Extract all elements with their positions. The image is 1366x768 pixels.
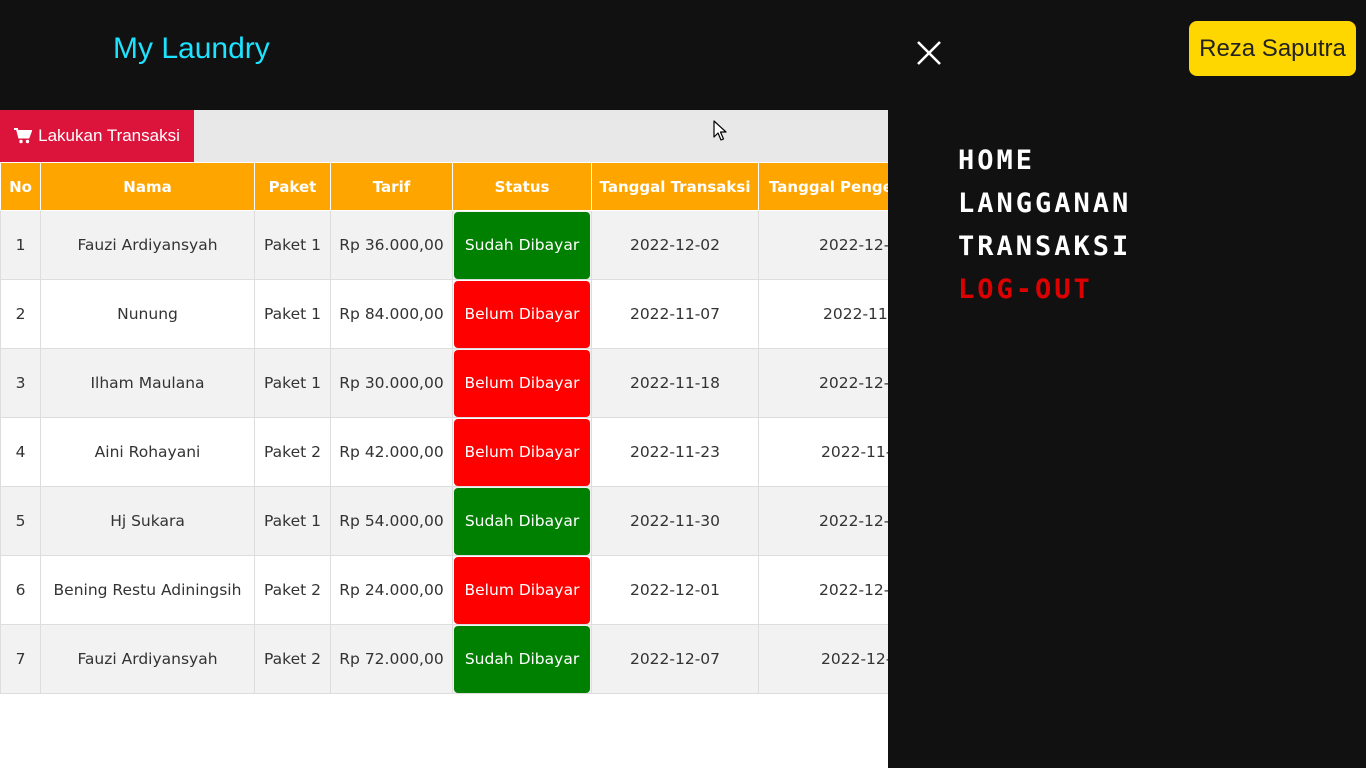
cell-tanggal-transaksi: 2022-11-23 [591, 417, 759, 487]
cell-nama: Hj Sukara [40, 486, 255, 556]
status-badge[interactable]: Belum Dibayar [454, 556, 590, 624]
lakukan-transaksi-button[interactable]: Lakukan Transaksi [0, 110, 194, 162]
cell-tanggal-pengembalian: 2022-12- [758, 486, 888, 556]
status-badge[interactable]: Sudah Dibayar [454, 625, 590, 693]
cell-no: 1 [0, 210, 41, 280]
cell-tanggal-transaksi: 2022-12-07 [591, 624, 759, 694]
user-account-button[interactable]: Reza Saputra [1189, 21, 1356, 76]
brand-title[interactable]: My Laundry [113, 32, 270, 66]
cart-icon [14, 128, 33, 144]
transaction-table: No Nama Paket Tarif Status Tanggal Trans… [0, 162, 888, 694]
cell-nama: Ilham Maulana [40, 348, 255, 418]
cell-no: 2 [0, 279, 41, 349]
cell-status: Belum Dibayar [452, 348, 592, 418]
header-status: Status [452, 162, 592, 211]
cell-tarif: Rp 42.000,00 [330, 417, 453, 487]
cell-paket: Paket 1 [254, 210, 331, 280]
cell-tanggal-pengembalian: 2022-11- [758, 279, 888, 349]
cell-tanggal-pengembalian: 2022-12- [758, 210, 888, 280]
status-badge[interactable]: Sudah Dibayar [454, 487, 590, 555]
cell-paket: Paket 1 [254, 486, 331, 556]
header-tanggal-pengembalian: Tanggal Penge [758, 162, 888, 211]
cell-nama: Aini Rohayani [40, 417, 255, 487]
cell-tanggal-transaksi: 2022-11-30 [591, 486, 759, 556]
header-tanggal-transaksi: Tanggal Transaksi [591, 162, 759, 211]
status-badge[interactable]: Belum Dibayar [454, 418, 590, 486]
nav-item-transaksi[interactable]: TRANSAKSI [958, 232, 1131, 275]
cell-tanggal-pengembalian: 2022-12- [758, 348, 888, 418]
cell-paket: Paket 2 [254, 555, 331, 625]
cell-paket: Paket 2 [254, 624, 331, 694]
cell-tanggal-pengembalian: 2022-11-2 [758, 417, 888, 487]
nav-item-home[interactable]: HOME [958, 146, 1131, 189]
cell-no: 6 [0, 555, 41, 625]
transaction-table-container[interactable]: No Nama Paket Tarif Status Tanggal Trans… [0, 162, 888, 694]
cell-paket: Paket 1 [254, 348, 331, 418]
table-row: 4 Aini Rohayani Paket 2 Rp 42.000,00 Bel… [0, 417, 888, 487]
cell-tarif: Rp 54.000,00 [330, 486, 453, 556]
cell-status: Belum Dibayar [452, 279, 592, 349]
header-paket: Paket [254, 162, 331, 211]
cell-no: 4 [0, 417, 41, 487]
cell-tanggal-transaksi: 2022-12-02 [591, 210, 759, 280]
cell-no: 7 [0, 624, 41, 694]
cell-status: Sudah Dibayar [452, 486, 592, 556]
cell-tanggal-transaksi: 2022-11-07 [591, 279, 759, 349]
cell-no: 5 [0, 486, 41, 556]
close-icon [917, 41, 941, 65]
cell-paket: Paket 1 [254, 279, 331, 349]
cell-status: Sudah Dibayar [452, 624, 592, 694]
cell-tanggal-pengembalian: 2022-12- [758, 624, 888, 694]
cell-nama: Bening Restu Adiningsih [40, 555, 255, 625]
header-no: No [0, 162, 41, 211]
table-row: 3 Ilham Maulana Paket 1 Rp 30.000,00 Bel… [0, 348, 888, 418]
cell-tarif: Rp 72.000,00 [330, 624, 453, 694]
cell-status: Belum Dibayar [452, 555, 592, 625]
status-badge[interactable]: Sudah Dibayar [454, 211, 590, 279]
cell-tanggal-pengembalian: 2022-12- [758, 555, 888, 625]
nav-menu: HOME LANGGANAN TRANSAKSI LOG-OUT [958, 146, 1131, 318]
lakukan-transaksi-label: Lakukan Transaksi [38, 126, 180, 145]
table-row: 7 Fauzi Ardiyansyah Paket 2 Rp 72.000,00… [0, 624, 888, 694]
cell-nama: Nunung [40, 279, 255, 349]
cell-tarif: Rp 84.000,00 [330, 279, 453, 349]
status-badge[interactable]: Belum Dibayar [454, 280, 590, 348]
table-header-row: No Nama Paket Tarif Status Tanggal Trans… [0, 162, 888, 211]
side-nav-panel: HOME LANGGANAN TRANSAKSI LOG-OUT [888, 110, 1366, 768]
cell-tarif: Rp 24.000,00 [330, 555, 453, 625]
cell-no: 3 [0, 348, 41, 418]
cell-status: Sudah Dibayar [452, 210, 592, 280]
table-row: 1 Fauzi Ardiyansyah Paket 1 Rp 36.000,00… [0, 210, 888, 280]
header-nama: Nama [40, 162, 255, 211]
cell-tanggal-transaksi: 2022-12-01 [591, 555, 759, 625]
cell-tarif: Rp 30.000,00 [330, 348, 453, 418]
cell-paket: Paket 2 [254, 417, 331, 487]
status-badge[interactable]: Belum Dibayar [454, 349, 590, 417]
nav-item-langganan[interactable]: LANGGANAN [958, 189, 1131, 232]
table-row: 5 Hj Sukara Paket 1 Rp 54.000,00 Sudah D… [0, 486, 888, 556]
cell-nama: Fauzi Ardiyansyah [40, 624, 255, 694]
cell-status: Belum Dibayar [452, 417, 592, 487]
cell-tanggal-transaksi: 2022-11-18 [591, 348, 759, 418]
table-row: 6 Bening Restu Adiningsih Paket 2 Rp 24.… [0, 555, 888, 625]
nav-item-logout[interactable]: LOG-OUT [958, 275, 1131, 318]
close-menu-button[interactable] [912, 36, 946, 70]
cell-tarif: Rp 36.000,00 [330, 210, 453, 280]
header-tarif: Tarif [330, 162, 453, 211]
action-strip: Lakukan Transaksi [0, 110, 888, 162]
cell-nama: Fauzi Ardiyansyah [40, 210, 255, 280]
top-bar: My Laundry [0, 0, 1366, 110]
table-row: 2 Nunung Paket 1 Rp 84.000,00 Belum Diba… [0, 279, 888, 349]
